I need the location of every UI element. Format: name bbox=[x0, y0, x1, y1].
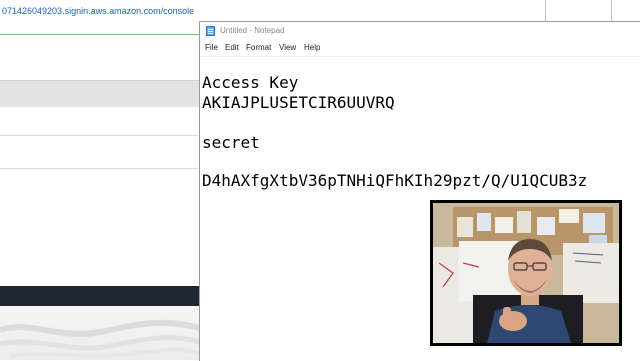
notepad-titlebar[interactable]: Untitled - Notepad bbox=[200, 22, 640, 40]
console-row bbox=[0, 140, 200, 169]
notepad-icon bbox=[206, 26, 215, 36]
menu-bar: File Edit Format View Help bbox=[200, 40, 640, 57]
menu-help[interactable]: Help bbox=[304, 43, 320, 52]
window-title: Untitled - Notepad bbox=[220, 26, 285, 35]
browser-address-bar[interactable]: 071426049203.signin.aws.amazon.com/conso… bbox=[0, 0, 640, 23]
menu-file[interactable]: File bbox=[205, 43, 218, 52]
presenter-webcam bbox=[430, 200, 622, 346]
text-line-secret-value: D4hAXfgXtbV36pTNHiQFhKIh29pzt/Q/U1QCUB3z bbox=[202, 171, 588, 190]
text-line-access-key-label: Access Key bbox=[202, 73, 299, 92]
decorative-swirl bbox=[0, 319, 200, 358]
console-footer-bar bbox=[0, 286, 200, 306]
menu-edit[interactable]: Edit bbox=[225, 43, 239, 52]
console-header-band bbox=[0, 80, 200, 108]
text-line-secret-label: secret bbox=[202, 133, 260, 152]
console-row bbox=[0, 107, 200, 136]
menu-view[interactable]: View bbox=[279, 43, 296, 52]
browser-toolbar-box bbox=[545, 0, 612, 22]
text-line-access-key-value: AKIAJPLUSETCIR6UUVRQ bbox=[202, 93, 395, 112]
menu-format[interactable]: Format bbox=[246, 43, 271, 52]
browser-url-text[interactable]: 071426049203.signin.aws.amazon.com/conso… bbox=[2, 6, 194, 16]
webcam-image bbox=[433, 203, 619, 343]
